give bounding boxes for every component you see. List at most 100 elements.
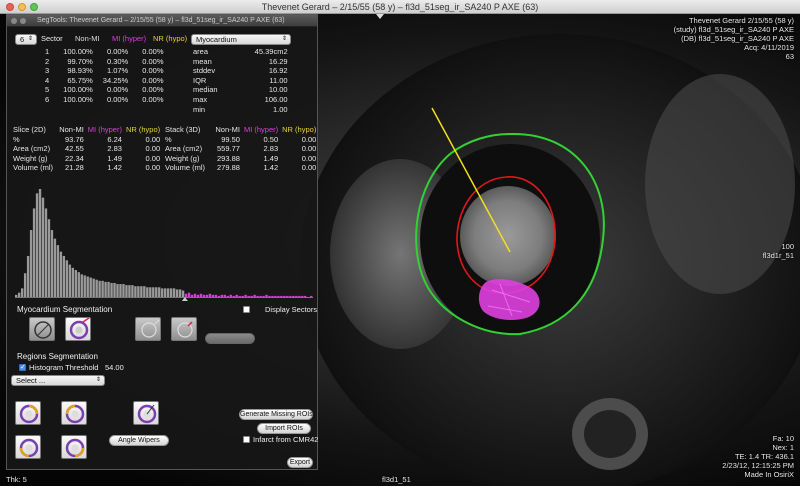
histogram-bar [23,273,27,297]
window-zoom-button[interactable] [30,3,38,11]
stack-row-nonmi: 99.50 [221,134,240,144]
myo-edit-tool-button[interactable] [171,317,197,341]
panel-close-button[interactable] [11,18,17,24]
region-stat-row: area 45.39cm2 [191,47,290,57]
region-stat-value: 45.39cm2 [254,47,288,56]
histogram-bar [310,295,313,297]
stack-row-hyper: 1.49 [263,153,279,163]
angle-wipers-button[interactable]: Angle Wipers [109,435,169,446]
overlay-top-right: Thevenet Gerard 2/15/55 (58 y) (study) f… [674,16,794,61]
region-method-value: Select ... [16,376,46,385]
region-stat-row: min 1.00 [191,105,290,115]
histogram-threshold-value[interactable]: 54.00 [105,363,124,372]
myo-contour-tool-button[interactable] [135,317,161,341]
import-rois-button[interactable]: Import ROIs [257,423,311,434]
sector-hypo: 0.00% [142,56,164,66]
region-stat-value: 11.00 [269,75,288,85]
histogram-bar [196,294,200,297]
export-button[interactable]: Export [287,457,313,468]
angle-wiper-tool-button[interactable] [133,401,159,425]
myo-roi-tool-button[interactable] [65,317,91,341]
histogram-bar [277,295,280,297]
histogram-bar [298,295,301,297]
histogram-bar [92,278,95,297]
overlay-te-tr: TE: 1.4 TR: 436.1 [734,452,794,461]
overlay-datetime: 2/23/12, 12:15:25 PM [722,461,794,470]
myo-auto-tool-button[interactable] [29,317,55,341]
generate-missing-rois-button[interactable]: Generate Missing ROIs [239,409,313,420]
panel-minimize-button[interactable] [20,18,26,24]
window-close-button[interactable] [6,3,14,11]
sector-table: 1 100.00% 0.00% 0.00% 2 99.70% 0.30% 0.00% 3 98.9… [43,47,166,105]
stack-row-hyper: 1.42 [263,163,279,173]
infarct-cmr42-checkbox[interactable] [243,436,250,443]
histogram-bar [271,295,274,297]
region-tool-4-button[interactable] [61,435,87,459]
ring-sector-icon [19,438,39,458]
slice-row-hypo: 0.00 [145,134,161,144]
histogram-bar [110,282,113,297]
histogram-bar [116,284,119,297]
stack-row-hypo: 0.00 [301,134,317,144]
chevron-updown-icon: ⇕ [95,377,101,383]
histogram-bar [164,288,167,297]
sector-number: 6 [45,94,50,104]
histogram-bar [38,189,42,297]
region-method-select[interactable]: Select ... ⇕ [11,375,105,386]
histogram-bar [35,193,39,297]
sector-row[interactable]: 4 65.75% 34.25% 0.00% [43,76,166,86]
sector-nonmi: 98.93% [67,66,93,76]
lung-wall-region [645,74,795,294]
slice-header: Slice (2D) [13,125,46,134]
region-tool-2-button[interactable] [61,401,87,425]
histogram-bar [101,280,104,297]
region-tool-1-button[interactable] [15,401,41,425]
histogram-bar [155,287,158,297]
stack-col-nonmi: Non-MI [215,125,240,134]
overlay-bottom-right: Fa: 10 Nex: 1 TE: 1.4 TR: 436.1 2/23/12,… [722,434,794,479]
histogram-bar [59,251,63,297]
window-titlebar: Thevenet Gerard – 2/15/55 (58 y) – fl3d_… [0,0,800,14]
slice-row-hyper: 1.49 [107,153,122,163]
histogram-bar [187,292,191,297]
region-stat-row: mean 16.29 [191,57,290,67]
sector-number: 4 [45,75,50,85]
sector-row[interactable]: 1 100.00% 0.00% 0.00% [43,47,166,57]
sector-row[interactable]: 2 99.70% 0.30% 0.00% [43,57,166,67]
intensity-histogram[interactable] [15,185,313,301]
window-minimize-button[interactable] [18,3,26,11]
histogram-bar [83,275,86,297]
overlay-study: (study) fl3d_51seg_ir_SA240 P AXE [673,25,794,34]
histogram-bar [208,293,212,297]
histogram-bar [17,292,21,297]
histogram-bar [56,245,60,297]
region-select[interactable]: Myocardium ⇕ [191,34,291,45]
region-stat-key: min [193,104,206,114]
histogram-bar [307,297,310,298]
display-sectors-checkbox[interactable] [243,306,250,313]
histogram-bar [241,295,244,297]
slice-row-hypo: 0.00 [145,163,161,173]
stack-row-nonmi: 293.88 [217,153,240,163]
chevron-updown-icon: ⇕ [27,36,33,42]
overlay-window-level: 100 [781,242,794,251]
overlay-series: (DB) fl3d_51seg_ir_SA240 P AXE [681,34,794,43]
segtools-panel[interactable]: SegTools: Thevenet Gerard – 2/15/55 (58 … [6,14,318,470]
histogram-bar [238,295,241,297]
stack-row-hyper: 0.50 [263,134,279,144]
sector-row[interactable]: 3 98.93% 1.07% 0.00% [43,66,166,76]
stack-row-hyper: 2.83 [263,144,279,154]
region-tool-3-button[interactable] [15,435,41,459]
histogram-threshold-checkbox[interactable] [19,364,26,371]
segtools-titlebar[interactable]: SegTools: Thevenet Gerard – 2/15/55 (58 … [7,15,317,27]
circle-edit-icon [177,321,193,338]
sector-select[interactable]: 6 ⇕ [15,34,37,45]
histogram-bar [152,287,155,297]
histogram-bar [172,288,176,297]
region-stat-row: stddev 16.92 [191,66,290,76]
histogram-bar [77,272,80,297]
sector-row[interactable]: 5 100.00% 0.00% 0.00% [43,85,166,95]
sector-row[interactable]: 6 100.00% 0.00% 0.00% [43,95,166,105]
histogram-bar [137,286,140,297]
overlay-nex: Nex: 1 [772,443,794,452]
